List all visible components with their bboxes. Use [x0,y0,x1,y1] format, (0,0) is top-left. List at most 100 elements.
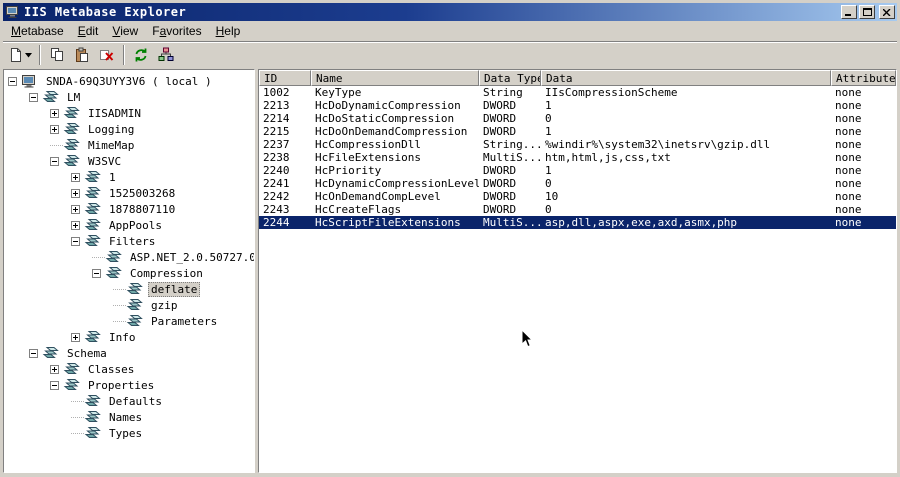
table-row-2243[interactable]: 2243 HcCreateFlags DWORD 0 none [259,203,896,216]
tree-connector [71,433,84,434]
table-row-2240[interactable]: 2240 HcPriority DWORD 1 none [259,164,896,177]
tree-label[interactable]: Schema [64,346,110,361]
expand-toggle-icon[interactable] [71,204,80,214]
metabase-icon [42,90,60,104]
collapse-toggle-icon[interactable] [29,348,38,358]
table-cell: none [835,164,862,177]
column-header-data[interactable]: Data [541,70,831,86]
metabase-icon [63,138,81,152]
tree-label[interactable]: LM [64,90,83,105]
tree-label[interactable]: AppPools [106,218,165,233]
window-controls [841,5,895,19]
collapse-toggle-icon[interactable] [50,380,59,390]
main-area: SNDA-69Q3UYY3V6 ( local ) LM IISADMIN Loggi… [3,69,897,473]
tree-node-filters: Filters [4,233,254,249]
tree-node-lm: LM [4,89,254,105]
table-cell: 1 [545,99,552,112]
tree-label[interactable]: gzip [148,298,181,313]
column-header-attributes[interactable]: Attributes [831,70,896,86]
tree-label[interactable]: Types [106,426,145,441]
menu-metabase[interactable]: Metabase [4,22,71,40]
expand-toggle-icon[interactable] [71,220,80,230]
paste-button[interactable] [70,44,94,66]
metabase-icon [63,154,81,168]
tree-connector [71,401,84,402]
tree-label[interactable]: Classes [85,362,137,377]
table-cell: none [835,138,862,151]
table-cell: 2238 [263,151,290,164]
table-row-2238[interactable]: 2238 HcFileExtensions MultiS... htm,html,js… [259,151,896,164]
expand-toggle-icon[interactable] [50,364,59,374]
network-button[interactable] [154,44,178,66]
table-row-2215[interactable]: 2215 HcDoOnDemandCompression DWORD 1 none [259,125,896,138]
metabase-icon [84,410,102,424]
tree-label[interactable]: Names [106,410,145,425]
menu-label-post: vorites [166,24,202,38]
new-button[interactable] [6,44,35,66]
tree-label[interactable]: SNDA-69Q3UYY3V6 ( local ) [43,74,215,89]
copy-button[interactable] [45,44,69,66]
expand-toggle-icon[interactable] [50,124,59,134]
tree-label[interactable]: W3SVC [85,154,124,169]
expand-toggle-icon[interactable] [71,172,80,182]
maximize-button[interactable] [859,5,875,19]
table-row-2241[interactable]: 2241 HcDynamicCompressionLevel DWORD 0 none [259,177,896,190]
table-cell: 1 [545,164,552,177]
menu-view[interactable]: View [105,22,145,40]
table-row-2213[interactable]: 2213 HcDoDynamicCompression DWORD 1 none [259,99,896,112]
collapse-toggle-icon[interactable] [92,268,101,278]
tree-label[interactable]: 1 [106,170,119,185]
table-cell: HcFileExtensions [315,151,421,164]
computer-icon [21,74,39,88]
column-header-name[interactable]: Name [311,70,479,86]
tree-label[interactable]: IISADMIN [85,106,144,121]
refresh-button[interactable] [129,44,153,66]
tree-node-properties: Properties [4,377,254,393]
tree-label[interactable]: Logging [85,122,137,137]
tree-label[interactable]: 1878807110 [106,202,178,217]
table-row-2237[interactable]: 2237 HcCompressionDll String... %windir%\sy… [259,138,896,151]
table-cell: DWORD [483,164,517,177]
menu-help[interactable]: Help [209,22,248,40]
table-row-2244[interactable]: 2244 HcScriptFileExtensions MultiS... asp,d… [259,216,896,229]
menu-favorites[interactable]: Favorites [145,22,208,40]
table-cell: 2240 [263,164,290,177]
table-row-2242[interactable]: 2242 HcOnDemandCompLevel DWORD 10 none [259,190,896,203]
collapse-toggle-icon[interactable] [50,156,59,166]
tree-label[interactable]: ASP.NET_2.0.50727.0 [127,250,254,265]
collapse-toggle-icon[interactable] [29,92,38,102]
tree-label[interactable]: Properties [85,378,157,393]
tree-label[interactable]: 1525003268 [106,186,178,201]
table-row-1002[interactable]: 1002 KeyType String IIsCompressionScheme non… [259,86,896,99]
tree-label[interactable]: MimeMap [85,138,137,153]
tree-label[interactable]: Defaults [106,394,165,409]
metabase-icon [126,314,144,328]
toolbar-separator [39,45,41,65]
tree-label[interactable]: Filters [106,234,158,249]
close-button[interactable] [879,5,895,19]
tree-node-asp-net-2-0-50727-0: ASP.NET_2.0.50727.0 [4,249,254,265]
tree-label[interactable]: deflate [148,281,201,297]
column-header-id[interactable]: ID [259,70,311,86]
table-cell: 2237 [263,138,290,151]
collapse-toggle-icon[interactable] [8,76,17,86]
menu-edit[interactable]: Edit [71,22,106,40]
collapse-toggle-icon[interactable] [71,236,80,246]
table-cell: HcDoStaticCompression [315,112,455,125]
table-cell: 2244 [263,216,290,229]
network-icon [158,47,174,63]
tree-node-classes: Classes [4,361,254,377]
tree-label[interactable]: Info [106,330,139,345]
menu-label-key: H [215,24,225,38]
tree-label[interactable]: Compression [127,266,206,281]
expand-toggle-icon[interactable] [71,188,80,198]
minimize-button[interactable] [841,5,857,19]
delete-button[interactable] [95,44,119,66]
tree-label[interactable]: Parameters [148,314,220,329]
expand-toggle-icon[interactable] [50,108,59,118]
list-header: ID Name Data Type Data Attributes [259,70,896,86]
title-bar[interactable]: IIS Metabase Explorer [3,3,897,21]
table-row-2214[interactable]: 2214 HcDoStaticCompression DWORD 0 none [259,112,896,125]
expand-toggle-icon[interactable] [71,332,80,342]
column-header-data-type[interactable]: Data Type [479,70,541,86]
